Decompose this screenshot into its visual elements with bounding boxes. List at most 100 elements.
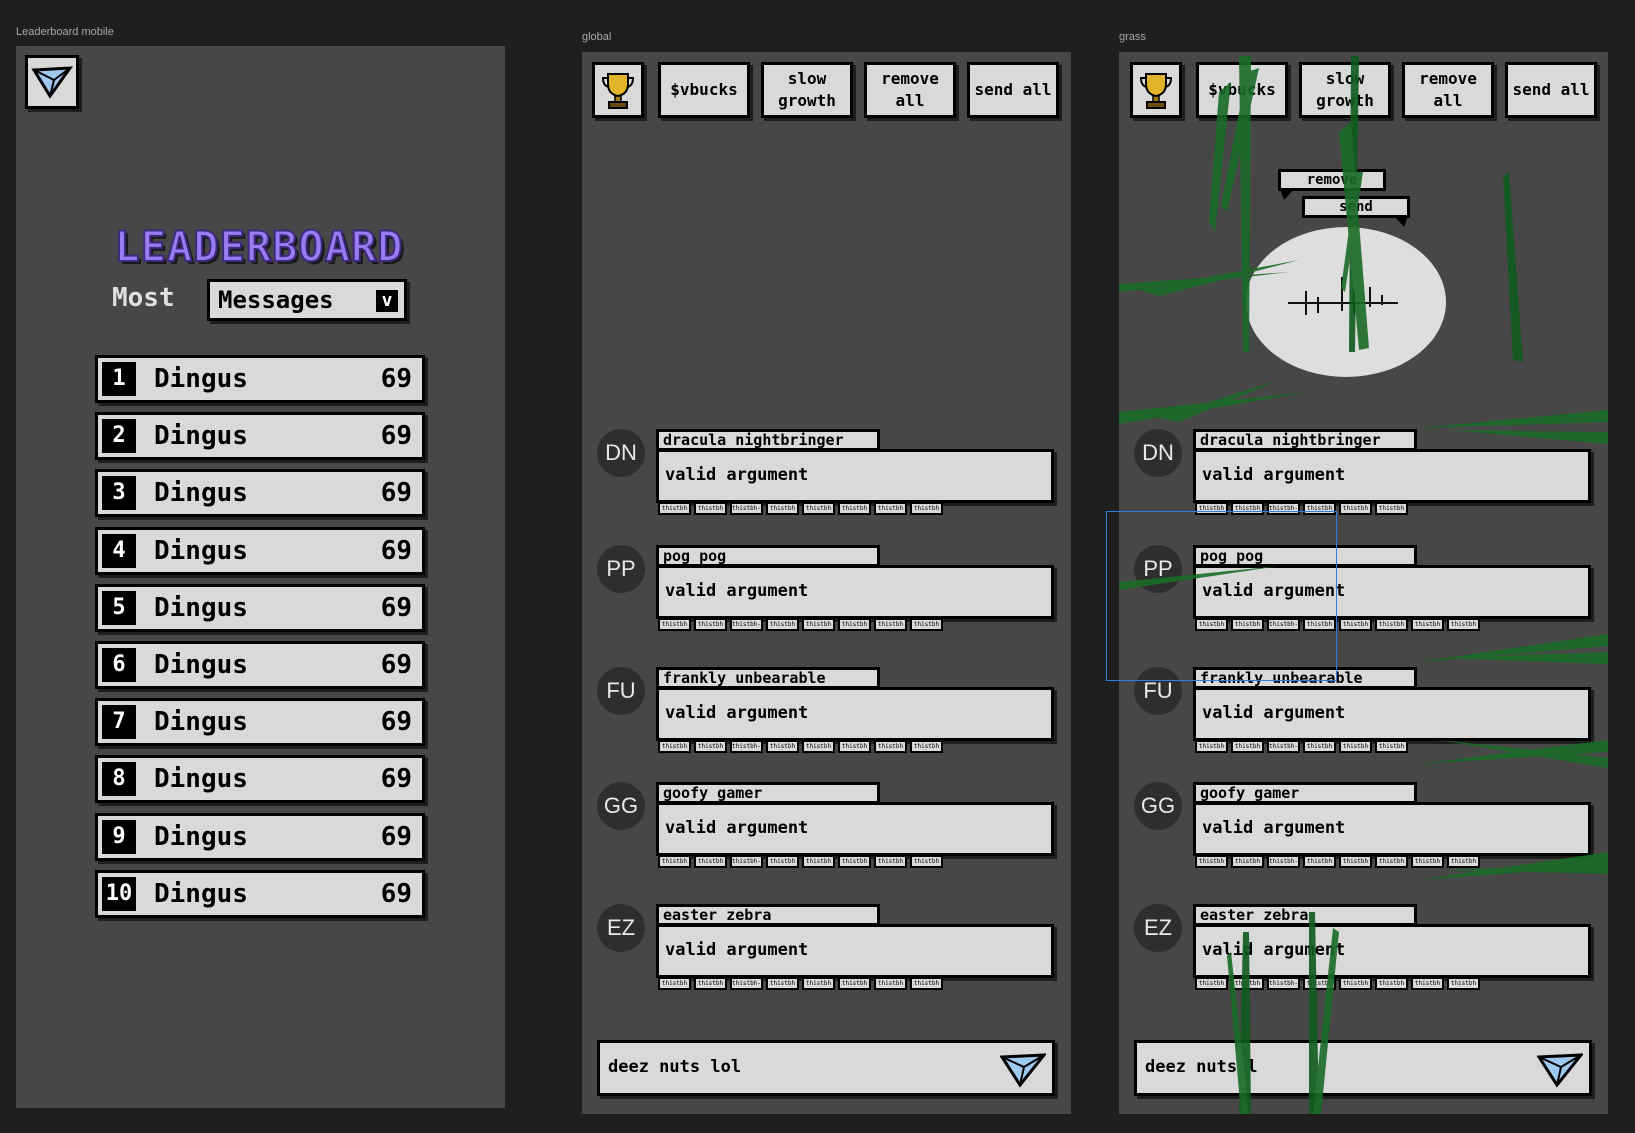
reaction-chip[interactable]: thistbh — [1303, 855, 1336, 868]
user-avatar[interactable]: PP — [597, 545, 645, 593]
reaction-chip[interactable]: thistbh — [838, 977, 871, 990]
slow-growth-button[interactable]: slow growth — [761, 62, 853, 118]
message-bubble[interactable]: valid argument — [656, 565, 1054, 619]
reaction-chip[interactable]: thistbh — [1411, 618, 1444, 631]
user-avatar[interactable]: GG — [1134, 782, 1182, 830]
vbucks-button[interactable]: $vbucks — [1196, 62, 1288, 118]
reaction-chip[interactable]: thistbh — [1411, 855, 1444, 868]
user-avatar[interactable]: FU — [597, 667, 645, 715]
user-avatar[interactable]: EZ — [597, 904, 645, 952]
paper-plane-icon[interactable] — [1537, 1049, 1583, 1089]
reaction-chip[interactable]: thistbh — [766, 618, 799, 631]
user-avatar[interactable]: GG — [597, 782, 645, 830]
reaction-chip[interactable]: thistbh-6 — [1267, 855, 1300, 868]
reaction-chip[interactable]: thistbh — [838, 502, 871, 515]
reaction-chip[interactable]: thistbh — [658, 740, 691, 753]
leaderboard-button[interactable] — [592, 62, 644, 118]
reaction-chip[interactable]: thistbh — [694, 977, 727, 990]
reaction-chip[interactable]: thistbh — [1195, 740, 1228, 753]
reaction-chip[interactable]: thistbh — [1339, 855, 1372, 868]
reaction-chip[interactable]: thistbh — [658, 618, 691, 631]
remove-popup-button[interactable]: remove — [1278, 169, 1386, 191]
leaderboard-row[interactable]: 2 Dingus 69 — [95, 412, 425, 461]
reaction-chip[interactable]: thistbh — [1375, 977, 1408, 990]
user-avatar[interactable]: DN — [1134, 429, 1182, 477]
reaction-chip[interactable]: thistbh-6 — [730, 502, 763, 515]
send-all-button[interactable]: send all — [967, 62, 1059, 118]
slow-growth-button[interactable]: slow growth — [1299, 62, 1391, 118]
reaction-chip[interactable]: thistbh — [658, 855, 691, 868]
reaction-chip[interactable]: thistbh-6 — [730, 855, 763, 868]
message-bubble[interactable]: valid argument — [656, 687, 1054, 741]
reaction-chip[interactable]: thistbh — [1411, 977, 1444, 990]
reaction-chip[interactable]: thistbh — [1303, 977, 1336, 990]
message-input-grass[interactable]: deez nuts l — [1134, 1040, 1592, 1096]
reaction-chip[interactable]: thistbh — [1447, 855, 1480, 868]
reaction-chip[interactable]: thistbh — [766, 977, 799, 990]
reaction-chip[interactable]: thistbh — [802, 977, 835, 990]
reaction-chip[interactable]: thistbh — [910, 502, 943, 515]
reaction-chip[interactable]: thistbh — [694, 618, 727, 631]
message-input[interactable]: deez nuts lol — [597, 1040, 1055, 1096]
reaction-chip[interactable]: thistbh — [694, 502, 727, 515]
message-bubble[interactable]: valid argument — [1193, 687, 1591, 741]
leaderboard-row[interactable]: 8 Dingus 69 — [95, 755, 425, 804]
reaction-chip[interactable]: thistbh — [910, 740, 943, 753]
paper-plane-icon[interactable] — [1000, 1049, 1046, 1089]
reaction-chip[interactable]: thistbh-6 — [1267, 977, 1300, 990]
reaction-chip[interactable]: thistbh — [1339, 977, 1372, 990]
reaction-chip[interactable]: thistbh — [838, 855, 871, 868]
reaction-chip[interactable]: thistbh — [658, 977, 691, 990]
reaction-chip[interactable]: thistbh — [1231, 855, 1264, 868]
reaction-chip[interactable]: thistbh — [1447, 977, 1480, 990]
reaction-chip[interactable]: thistbh — [910, 977, 943, 990]
sort-select[interactable]: Messages v — [207, 279, 407, 321]
reaction-chip[interactable]: thistbh-6 — [730, 618, 763, 631]
reaction-chip[interactable]: thistbh — [874, 618, 907, 631]
reaction-chip[interactable]: thistbh — [874, 740, 907, 753]
reaction-chip[interactable]: thistbh — [1231, 977, 1264, 990]
leaderboard-row[interactable]: 1 Dingus 69 — [95, 355, 425, 403]
reaction-chip[interactable]: thistbh — [658, 502, 691, 515]
leaderboard-row[interactable]: 3 Dingus 69 — [95, 469, 425, 518]
leaderboard-row[interactable]: 7 Dingus 69 — [95, 698, 425, 747]
message-bubble[interactable]: valid argument — [656, 924, 1054, 978]
reaction-chip[interactable]: thistbh — [802, 618, 835, 631]
reaction-chip[interactable]: thistbh — [1303, 740, 1336, 753]
leaderboard-row[interactable]: 5 Dingus 69 — [95, 583, 425, 632]
reaction-chip[interactable]: thistbh-6 — [730, 977, 763, 990]
reaction-chip[interactable]: thistbh — [802, 502, 835, 515]
message-bubble[interactable]: valid argument — [656, 449, 1054, 503]
reaction-chip[interactable]: thistbh — [910, 855, 943, 868]
message-bubble[interactable]: valid argument — [1193, 924, 1591, 978]
reaction-chip[interactable]: thistbh — [1339, 740, 1372, 753]
message-bubble[interactable]: valid argument — [656, 802, 1054, 856]
leaderboard-button[interactable] — [1130, 62, 1182, 118]
reaction-chip[interactable]: thistbh — [766, 740, 799, 753]
reaction-chip[interactable]: thistbh-6 — [1267, 740, 1300, 753]
reaction-chip[interactable]: thistbh — [802, 740, 835, 753]
reaction-chip[interactable]: thistbh — [1375, 502, 1408, 515]
reaction-chip[interactable]: thistbh — [766, 502, 799, 515]
leaderboard-row[interactable]: 9 Dingus 69 — [95, 812, 425, 861]
leaderboard-row[interactable]: 4 Dingus 69 — [95, 526, 425, 575]
remove-all-button[interactable]: remove all — [864, 62, 956, 118]
reaction-chip[interactable]: thistbh — [1231, 740, 1264, 753]
reaction-chip[interactable]: thistbh — [1195, 855, 1228, 868]
reaction-chip[interactable]: thistbh — [766, 855, 799, 868]
leaderboard-row[interactable]: 10 Dingus 69 — [95, 869, 425, 918]
reaction-chip[interactable]: thistbh — [874, 502, 907, 515]
reaction-chip[interactable]: thistbh — [910, 618, 943, 631]
reaction-chip[interactable]: thistbh — [1339, 618, 1372, 631]
reaction-chip[interactable]: thistbh — [1447, 618, 1480, 631]
reaction-chip[interactable]: thistbh — [1339, 502, 1372, 515]
vbucks-button[interactable]: $vbucks — [658, 62, 750, 118]
leaderboard-row[interactable]: 6 Dingus 69 — [95, 641, 425, 689]
reaction-chip[interactable]: thistbh — [802, 855, 835, 868]
reaction-chip[interactable]: thistbh — [694, 740, 727, 753]
user-avatar[interactable]: EZ — [1134, 904, 1182, 952]
reaction-chip[interactable]: thistbh — [1375, 855, 1408, 868]
message-bubble[interactable]: valid argument — [1193, 449, 1591, 503]
reaction-chip[interactable]: thistbh — [838, 740, 871, 753]
send-popup-button[interactable]: send — [1302, 196, 1410, 218]
